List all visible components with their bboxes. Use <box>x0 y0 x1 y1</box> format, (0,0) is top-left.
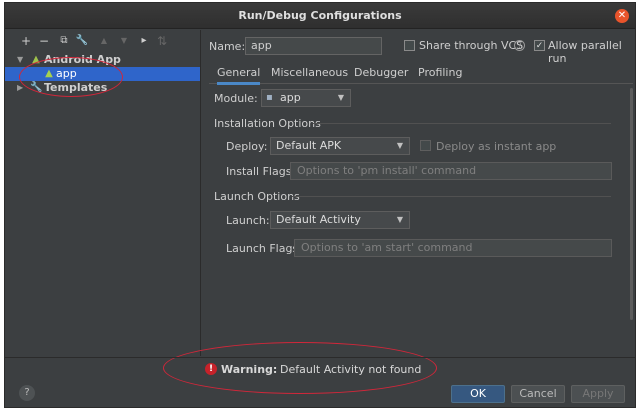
dialog-footer: ? OK Cancel Apply <box>5 357 635 407</box>
sort-icon[interactable]: ⇅ <box>155 34 169 48</box>
tab-miscellaneous[interactable]: Miscellaneous <box>271 66 348 79</box>
name-label: Name: <box>209 40 246 53</box>
chevron-down-icon: ▼ <box>337 93 344 102</box>
configurations-panel: + − ⧉ 🔧 ▲ ▼ ▸ ⇅ ▼ ▲ Android App ▲ app ▶ … <box>5 30 201 356</box>
tree-item-label: Templates <box>44 81 108 94</box>
help-button[interactable]: ? <box>19 385 35 401</box>
dialog-title: Run/Debug Configurations <box>238 9 402 22</box>
deploy-label: Deploy: <box>226 140 268 153</box>
tree-item-label: app <box>56 67 77 80</box>
section-divider <box>313 123 611 124</box>
tree-item-android-app[interactable]: ▼ ▲ Android App <box>5 53 200 67</box>
tree-item-label: Android App <box>44 53 121 66</box>
title-bar: Run/Debug Configurations ✕ <box>5 3 635 29</box>
deploy-instant-label: Deploy as instant app <box>436 140 557 153</box>
module-label: Module: <box>214 92 258 105</box>
dialog-window: Run/Debug Configurations ✕ + − ⧉ 🔧 ▲ ▼ ▸… <box>4 2 636 408</box>
configuration-settings: Name: app Share through VCS ? ✓ Allow pa… <box>163 30 635 394</box>
add-icon[interactable]: + <box>19 34 33 48</box>
launch-value: Default Activity <box>276 213 361 226</box>
launch-flags-input[interactable]: Options to 'am start' command <box>294 239 612 257</box>
name-input[interactable]: app <box>245 37 382 55</box>
settings-tabs: General Miscellaneous Debugger Profiling <box>209 60 633 85</box>
remove-icon[interactable]: − <box>37 34 51 48</box>
close-button[interactable]: ✕ <box>615 9 629 23</box>
android-app-icon: ▲ <box>45 68 53 79</box>
tree-item-app[interactable]: ▲ app <box>5 67 200 81</box>
module-select[interactable]: ▪ app ▼ <box>261 89 351 107</box>
share-vcs-checkbox[interactable] <box>404 40 415 51</box>
section-divider <box>292 196 611 197</box>
collapse-arrow-icon[interactable]: ▶ <box>17 81 23 95</box>
tab-general[interactable]: General <box>217 66 261 85</box>
deploy-select[interactable]: Default APK ▼ <box>270 137 410 155</box>
wrench-icon[interactable]: 🔧 <box>75 34 89 48</box>
configuration-tree: ▼ ▲ Android App ▲ app ▶ 🔧 Templates <box>5 53 200 95</box>
chevron-down-icon: ▼ <box>396 141 403 150</box>
android-icon: ▲ <box>32 54 40 65</box>
deploy-value: Default APK <box>276 139 342 152</box>
launch-label: Launch: <box>226 214 270 227</box>
tab-debugger[interactable]: Debugger <box>354 66 408 79</box>
module-folder-icon: ▪ <box>266 92 273 103</box>
install-flags-label: Install Flags: <box>226 165 296 178</box>
launch-options-heading: Launch Options <box>214 190 300 203</box>
launch-select[interactable]: Default Activity ▼ <box>270 211 410 229</box>
ok-button[interactable]: OK <box>451 385 505 403</box>
configurations-toolbar: + − ⧉ 🔧 ▲ ▼ ▸ ⇅ <box>5 30 201 54</box>
cancel-button[interactable]: Cancel <box>511 385 565 403</box>
installation-options-heading: Installation Options <box>214 117 321 130</box>
tab-profiling[interactable]: Profiling <box>418 66 462 79</box>
move-down-icon[interactable]: ▼ <box>117 34 131 48</box>
deploy-instant-checkbox[interactable] <box>420 140 431 151</box>
launch-flags-label: Launch Flags: <box>226 242 302 255</box>
new-folder-icon[interactable]: ▸ <box>137 34 151 48</box>
wrench-icon: 🔧 <box>30 82 43 93</box>
tree-item-templates[interactable]: ▶ 🔧 Templates <box>5 81 200 95</box>
help-icon[interactable]: ? <box>514 40 525 51</box>
expand-arrow-icon[interactable]: ▼ <box>17 53 23 67</box>
vertical-scrollbar[interactable] <box>630 88 633 320</box>
copy-icon[interactable]: ⧉ <box>57 34 71 48</box>
install-flags-input[interactable]: Options to 'pm install' command <box>290 162 612 180</box>
module-value: app <box>280 91 301 104</box>
move-up-icon[interactable]: ▲ <box>97 34 111 48</box>
chevron-down-icon: ▼ <box>396 215 403 224</box>
allow-parallel-checkbox[interactable]: ✓ <box>534 40 545 51</box>
share-vcs-label: Share through VCS <box>419 39 524 52</box>
apply-button[interactable]: Apply <box>571 385 625 403</box>
